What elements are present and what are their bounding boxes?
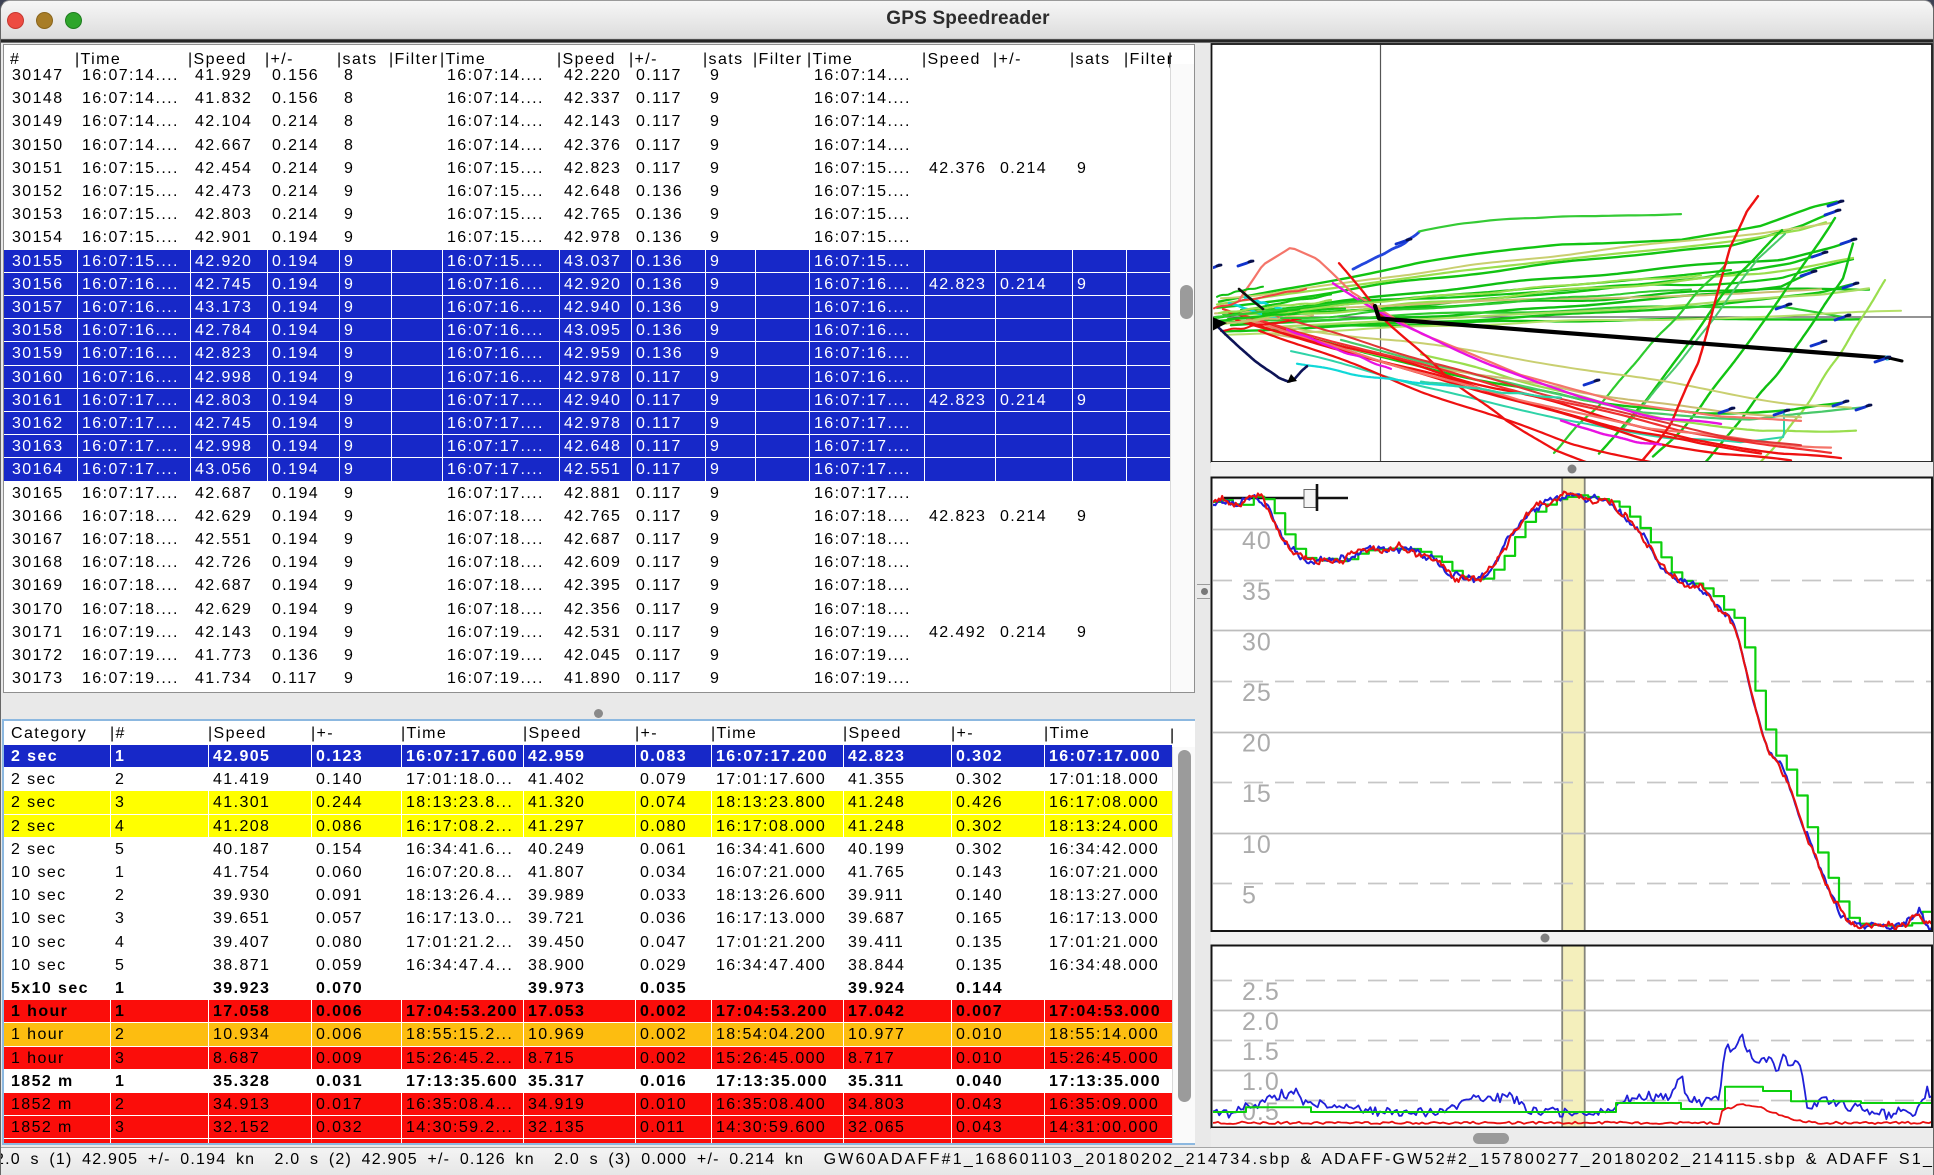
svg-text:20: 20 xyxy=(1242,730,1272,758)
svg-text:2.0: 2.0 xyxy=(1242,1008,1280,1036)
svg-text:30: 30 xyxy=(1242,628,1272,656)
svg-text:1.0: 1.0 xyxy=(1242,1068,1280,1096)
svg-text:40: 40 xyxy=(1242,527,1272,555)
svg-text:10: 10 xyxy=(1242,831,1272,859)
svg-text:35: 35 xyxy=(1242,578,1272,606)
svg-text:15: 15 xyxy=(1242,780,1272,808)
svg-text:5: 5 xyxy=(1242,881,1257,909)
svg-text:25: 25 xyxy=(1242,679,1272,707)
svg-text:1.5: 1.5 xyxy=(1242,1038,1280,1066)
svg-text:2.5: 2.5 xyxy=(1242,978,1280,1006)
